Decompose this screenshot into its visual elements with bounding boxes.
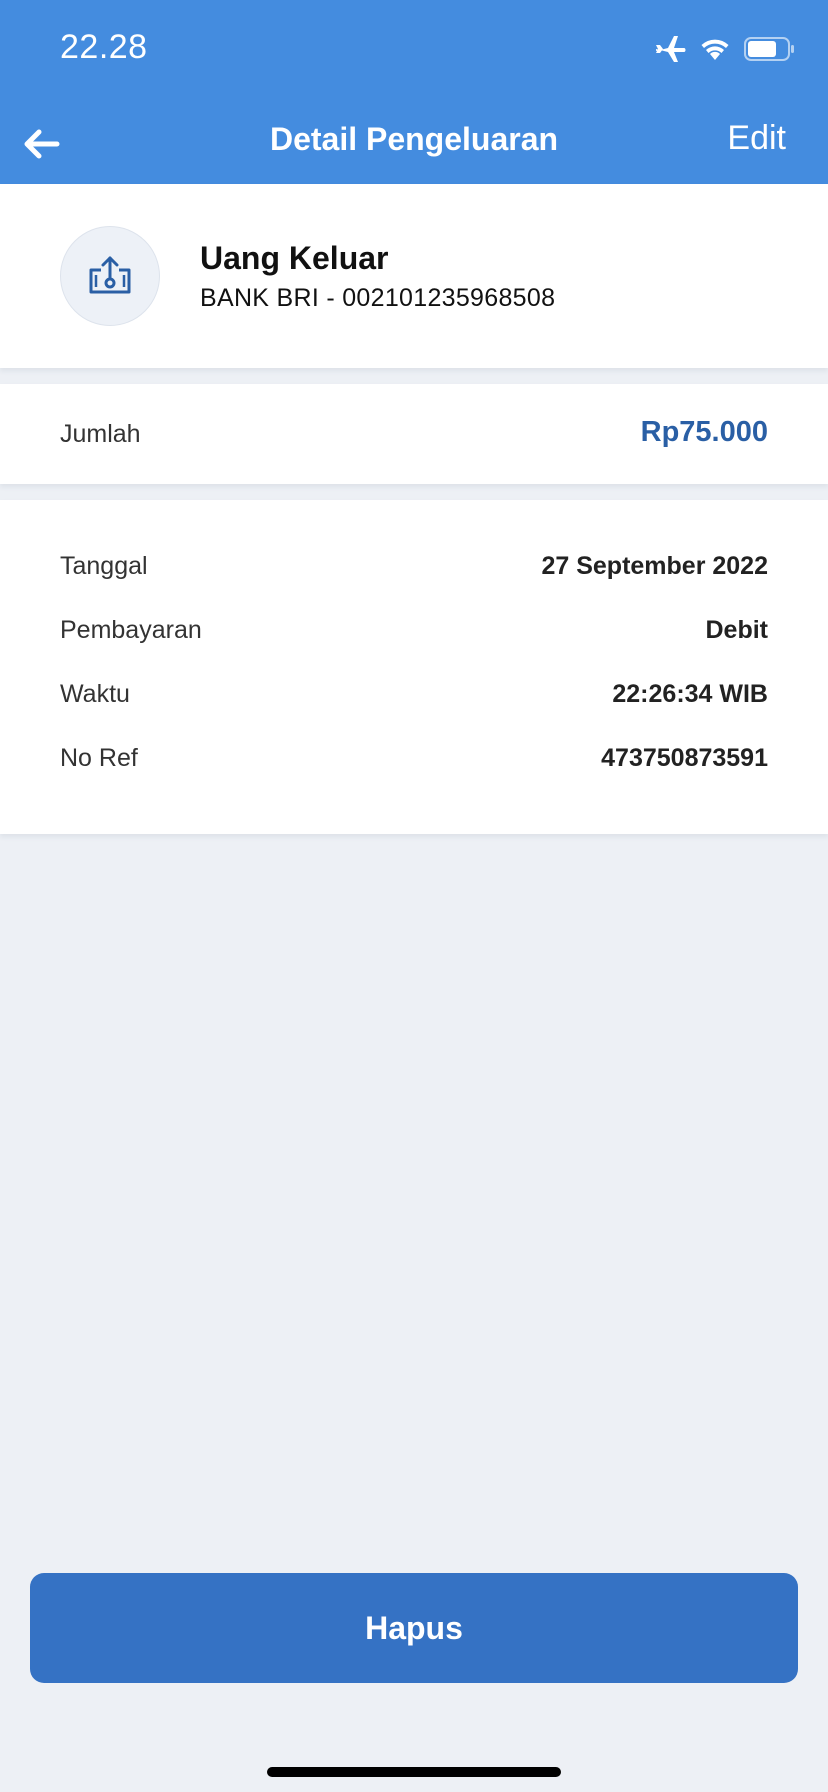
detail-label: Tanggal bbox=[60, 552, 148, 580]
detail-label: Pembayaran bbox=[60, 616, 202, 644]
edit-button[interactable]: Edit bbox=[727, 119, 786, 158]
detail-row-time: Waktu 22:26:34 WIB bbox=[60, 680, 768, 720]
status-time: 22.28 bbox=[60, 28, 148, 66]
detail-row-date: Tanggal 27 September 2022 bbox=[60, 552, 768, 592]
detail-value: 473750873591 bbox=[601, 744, 768, 772]
account-number: BANK BRI - 002101235968508 bbox=[200, 284, 556, 312]
wifi-icon bbox=[700, 37, 730, 61]
airplane-icon bbox=[654, 34, 686, 64]
amount-label: Jumlah bbox=[60, 420, 141, 448]
home-indicator[interactable] bbox=[267, 1767, 561, 1777]
detail-label: No Ref bbox=[60, 744, 138, 772]
page-title: Detail Pengeluaran bbox=[269, 121, 559, 157]
delete-button[interactable]: Hapus bbox=[30, 1573, 798, 1683]
detail-value: 27 September 2022 bbox=[541, 552, 768, 580]
transaction-type: Uang Keluar bbox=[200, 240, 389, 276]
details-card: Tanggal 27 September 2022 Pembayaran Deb… bbox=[0, 500, 828, 834]
app-header: 22.28 Detail Pengeluaran Edit bbox=[0, 0, 828, 184]
status-icons bbox=[654, 34, 796, 64]
detail-row-payment: Pembayaran Debit bbox=[60, 616, 768, 656]
detail-value: 22:26:34 WIB bbox=[612, 680, 768, 708]
account-card: Uang Keluar BANK BRI - 002101235968508 bbox=[0, 184, 828, 368]
money-out-icon bbox=[89, 256, 131, 294]
detail-label: Waktu bbox=[60, 680, 130, 708]
detail-row-ref: No Ref 473750873591 bbox=[60, 744, 768, 784]
amount-card: Jumlah Rp75.000 bbox=[0, 384, 828, 484]
battery-icon bbox=[744, 36, 796, 62]
transaction-avatar bbox=[60, 226, 160, 326]
screen: 22.28 Detail Pengeluaran Edit Uang Kelua… bbox=[0, 0, 828, 1792]
detail-value: Debit bbox=[705, 616, 769, 644]
amount-value: Rp75.000 bbox=[640, 416, 768, 448]
